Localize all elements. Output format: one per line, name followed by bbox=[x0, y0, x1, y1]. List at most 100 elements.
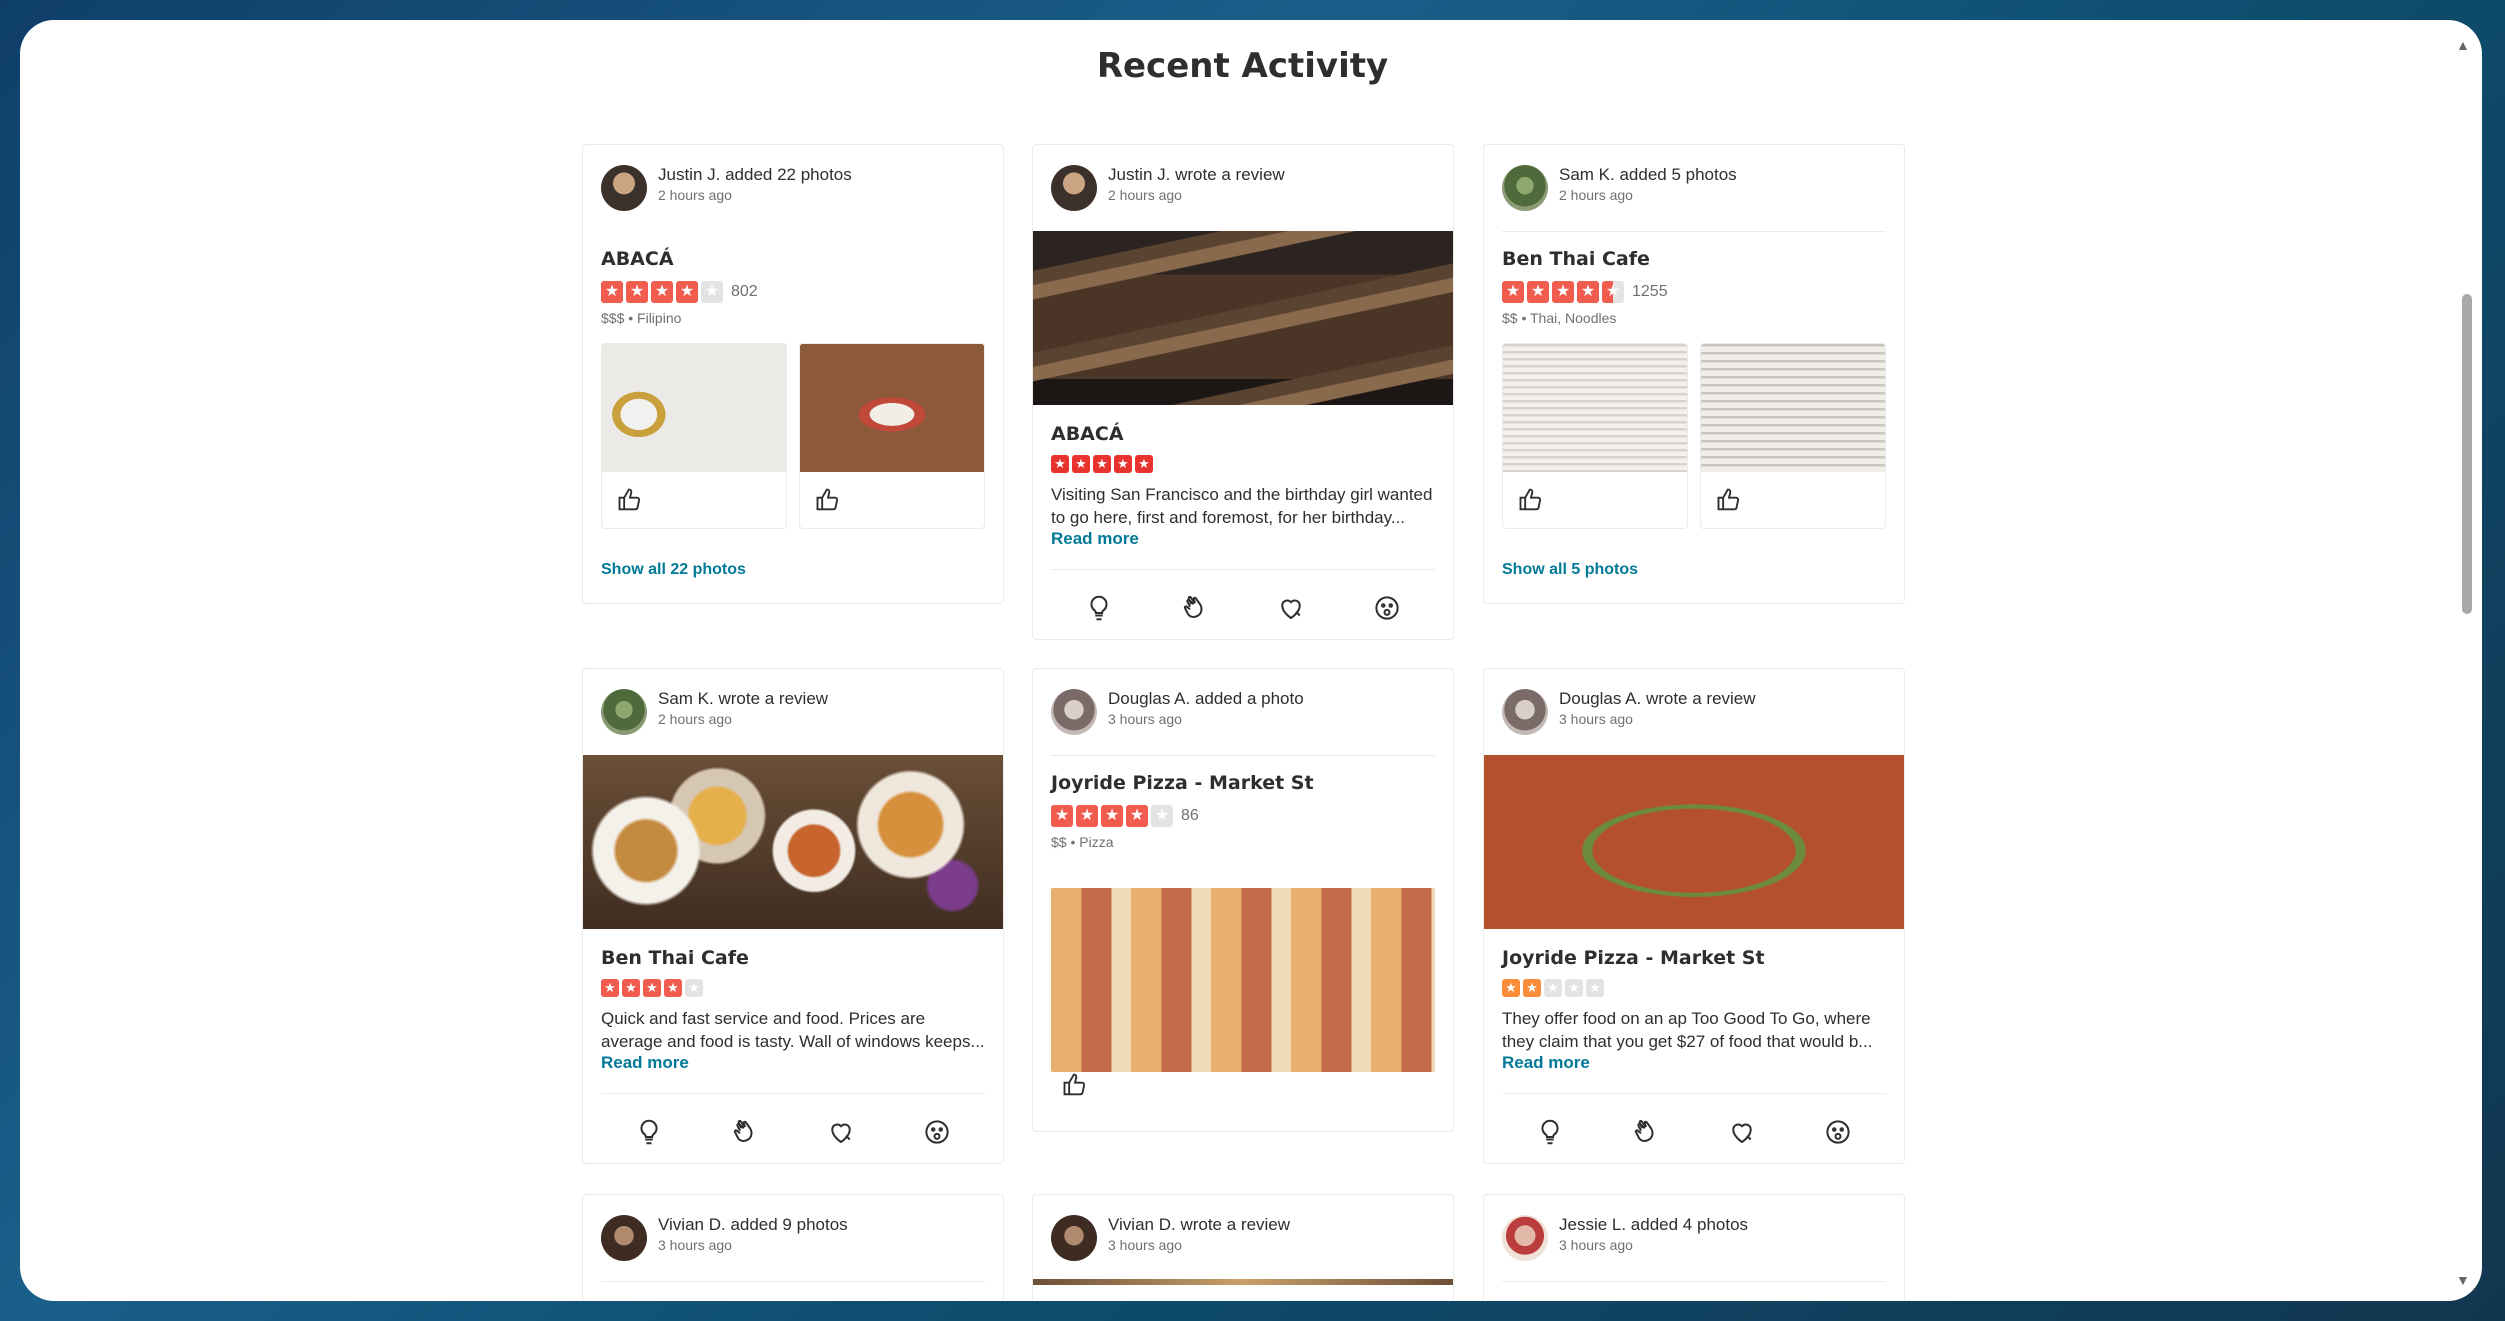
lightbulb-icon[interactable] bbox=[634, 1117, 664, 1147]
star-icon: ★ bbox=[1544, 979, 1562, 997]
review-photo[interactable] bbox=[1033, 1279, 1453, 1285]
business-name[interactable]: Joyride Pizza - Market St bbox=[1051, 772, 1314, 794]
user-avatar[interactable] bbox=[1502, 1215, 1548, 1261]
star-icon: ★ bbox=[1135, 455, 1153, 473]
clap-hands-icon[interactable] bbox=[1631, 1117, 1661, 1147]
star-icon: ★ bbox=[601, 281, 623, 303]
star-icon: ★ bbox=[685, 979, 703, 997]
surprised-face-icon[interactable] bbox=[1372, 593, 1402, 623]
star-icon: ★ bbox=[1502, 281, 1524, 303]
surprised-face-icon[interactable] bbox=[1823, 1117, 1853, 1147]
review-photo[interactable] bbox=[1033, 231, 1453, 405]
activity-actor[interactable]: Vivian D. added 9 photos bbox=[658, 1215, 848, 1235]
photo-tile[interactable] bbox=[1502, 343, 1688, 529]
menu-photo[interactable] bbox=[1701, 344, 1885, 472]
activity-time: 3 hours ago bbox=[1559, 711, 1633, 727]
activity-actor[interactable]: Douglas A. wrote a review bbox=[1559, 689, 1756, 709]
divider bbox=[1502, 231, 1886, 232]
star-icon: ★ bbox=[1523, 979, 1541, 997]
business-name[interactable]: Joyride Pizza - Market St bbox=[1502, 947, 1765, 969]
business-name[interactable]: Ben Thai Cafe bbox=[601, 947, 749, 969]
review-text: They offer food on an ap Too Good To Go,… bbox=[1502, 1009, 1873, 1051]
activity-card-photos: Jessie L. added 4 photos 3 hours ago bbox=[1483, 1194, 1905, 1301]
scrollbar-thumb[interactable] bbox=[2462, 294, 2472, 614]
activity-card-review: Justin J. wrote a review 2 hours ago ABA… bbox=[1032, 144, 1454, 640]
food-photo[interactable] bbox=[800, 344, 984, 472]
activity-time: 3 hours ago bbox=[658, 1237, 732, 1253]
lightbulb-icon[interactable] bbox=[1535, 1117, 1565, 1147]
user-avatar[interactable] bbox=[601, 1215, 647, 1261]
business-meta: $$ • Thai, Noodles bbox=[1502, 310, 1617, 326]
thumbs-up-icon[interactable] bbox=[1715, 486, 1743, 514]
thumbs-up-icon[interactable] bbox=[1517, 486, 1545, 514]
photo-tile[interactable] bbox=[1700, 343, 1886, 529]
user-avatar[interactable] bbox=[1051, 165, 1097, 211]
activity-card-photos: Justin J. added 22 photos 2 hours ago AB… bbox=[582, 144, 1004, 604]
star-icon: ★ bbox=[1076, 805, 1098, 827]
food-photo[interactable] bbox=[602, 344, 786, 472]
business-name[interactable]: Ben Thai Cafe bbox=[1502, 248, 1650, 270]
star-icon: ★ bbox=[1114, 455, 1132, 473]
review-photo[interactable] bbox=[1484, 755, 1904, 929]
food-photo[interactable] bbox=[1051, 888, 1435, 1072]
activity-actor[interactable]: Justin J. wrote a review bbox=[1108, 165, 1285, 185]
clap-hands-icon[interactable] bbox=[730, 1117, 760, 1147]
activity-time: 3 hours ago bbox=[1108, 711, 1182, 727]
star-icon: ★ bbox=[1072, 455, 1090, 473]
reaction-bar bbox=[601, 1117, 985, 1147]
activity-actor[interactable]: Sam K. added 5 photos bbox=[1559, 165, 1737, 185]
activity-card-photos: Sam K. added 5 photos 2 hours ago Ben Th… bbox=[1483, 144, 1905, 604]
show-all-photos-link[interactable]: Show all 5 photos bbox=[1502, 561, 1638, 579]
activity-time: 2 hours ago bbox=[1108, 187, 1182, 203]
activity-actor[interactable]: Vivian D. wrote a review bbox=[1108, 1215, 1290, 1235]
review-count: 802 bbox=[731, 283, 758, 300]
clap-hands-icon[interactable] bbox=[1180, 593, 1210, 623]
star-icon: ★ bbox=[601, 979, 619, 997]
rating-stars: ★ ★ ★ ★ ★ bbox=[1502, 281, 1624, 303]
read-more-link[interactable]: Read more bbox=[1502, 1053, 1590, 1073]
thumbs-up-icon[interactable] bbox=[616, 486, 644, 514]
user-avatar[interactable] bbox=[1502, 689, 1548, 735]
activity-actor[interactable]: Sam K. wrote a review bbox=[658, 689, 828, 709]
user-avatar[interactable] bbox=[1051, 689, 1097, 735]
star-icon: ★ bbox=[1602, 281, 1624, 303]
scroll-down-icon[interactable]: ▼ bbox=[2456, 1273, 2470, 1287]
scroll-up-icon[interactable]: ▲ bbox=[2456, 38, 2470, 52]
activity-time: 3 hours ago bbox=[1108, 1237, 1182, 1253]
lightbulb-icon[interactable] bbox=[1084, 593, 1114, 623]
rating-stars: ★ ★ ★ ★ ★ bbox=[1051, 455, 1153, 473]
star-icon: ★ bbox=[643, 979, 661, 997]
user-avatar[interactable] bbox=[1502, 165, 1548, 211]
business-name[interactable]: ABACÁ bbox=[601, 248, 674, 270]
user-avatar[interactable] bbox=[601, 165, 647, 211]
read-more-link[interactable]: Read more bbox=[601, 1053, 689, 1073]
star-icon: ★ bbox=[1502, 979, 1520, 997]
vertical-scrollbar[interactable]: ▲ ▼ bbox=[2446, 20, 2482, 1301]
photo-tile[interactable] bbox=[601, 343, 787, 529]
thumbs-up-icon[interactable] bbox=[814, 486, 842, 514]
heart-icon[interactable] bbox=[826, 1117, 856, 1147]
activity-time: 2 hours ago bbox=[1559, 187, 1633, 203]
rating-stars: ★ ★ ★ ★ ★ bbox=[1502, 979, 1604, 997]
activity-actor[interactable]: Douglas A. added a photo bbox=[1108, 689, 1304, 709]
show-all-photos-link[interactable]: Show all 22 photos bbox=[601, 561, 746, 579]
photo-tile[interactable] bbox=[799, 343, 985, 529]
activity-card-review: Vivian D. wrote a review 3 hours ago bbox=[1032, 1194, 1454, 1301]
heart-icon[interactable] bbox=[1727, 1117, 1757, 1147]
star-icon: ★ bbox=[1126, 805, 1148, 827]
user-avatar[interactable] bbox=[601, 689, 647, 735]
activity-time: 2 hours ago bbox=[658, 187, 732, 203]
activity-actor[interactable]: Jessie L. added 4 photos bbox=[1559, 1215, 1748, 1235]
menu-photo[interactable] bbox=[1503, 344, 1687, 472]
read-more-link[interactable]: Read more bbox=[1051, 529, 1139, 549]
thumbs-up-icon[interactable] bbox=[1061, 1071, 1089, 1099]
user-avatar[interactable] bbox=[1051, 1215, 1097, 1261]
business-name[interactable]: ABACÁ bbox=[1051, 423, 1124, 445]
star-icon: ★ bbox=[1093, 455, 1111, 473]
heart-icon[interactable] bbox=[1276, 593, 1306, 623]
star-icon: ★ bbox=[1586, 979, 1604, 997]
review-text: Quick and fast service and food. Prices … bbox=[601, 1009, 985, 1051]
review-photo[interactable] bbox=[583, 755, 1003, 929]
activity-actor[interactable]: Justin J. added 22 photos bbox=[658, 165, 852, 185]
surprised-face-icon[interactable] bbox=[922, 1117, 952, 1147]
